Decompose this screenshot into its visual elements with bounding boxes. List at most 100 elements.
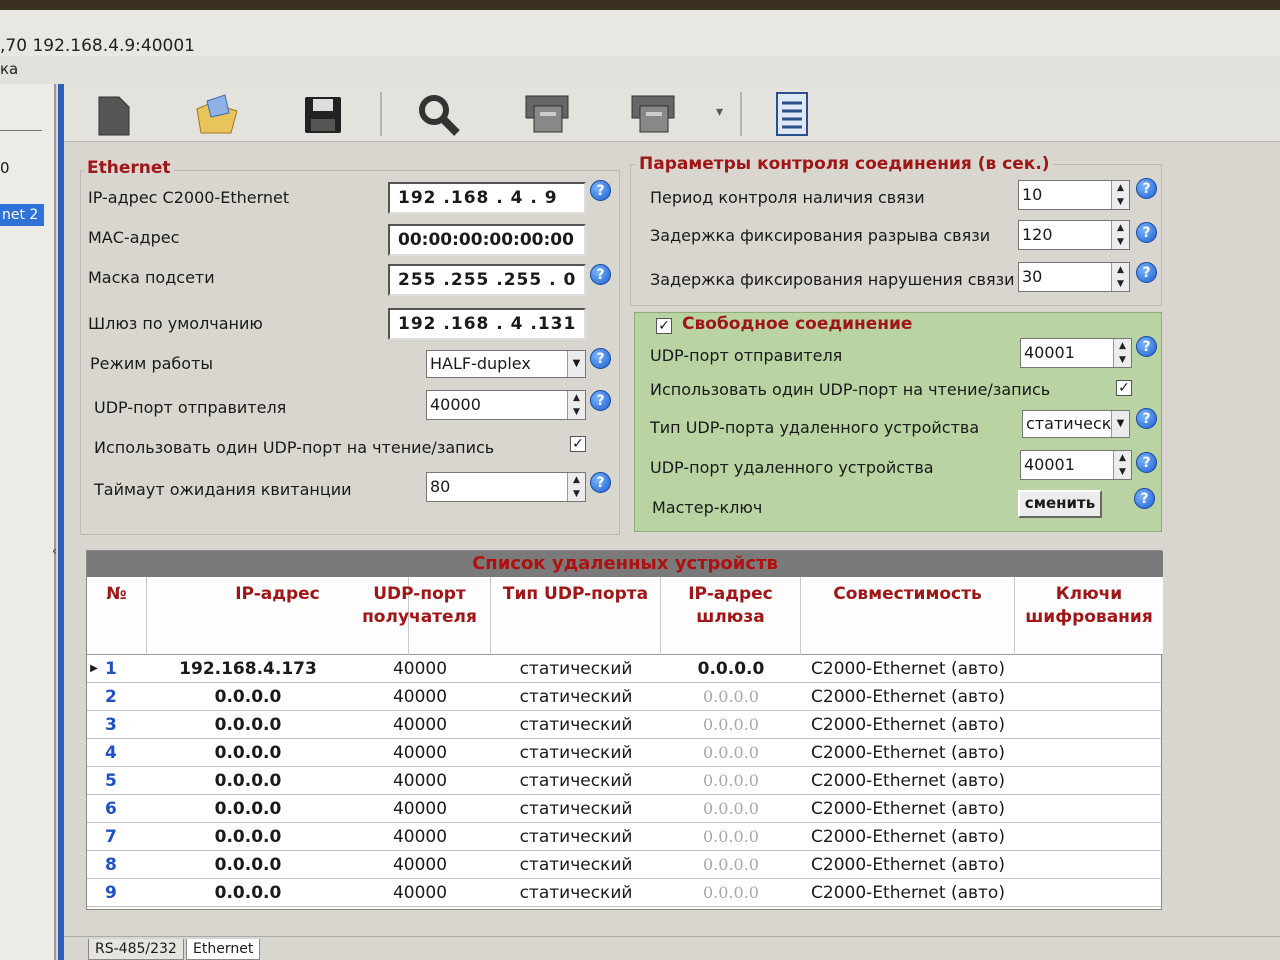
remote-type-select[interactable]: статическ ▼ <box>1022 410 1130 438</box>
cell-compat[interactable]: С2000-Ethernet (авто) <box>801 655 1015 683</box>
spin-arrows-icon[interactable]: ▲ ▼ <box>567 391 585 419</box>
cell-compat[interactable]: С2000-Ethernet (авто) <box>801 823 1015 851</box>
device-write-icon[interactable] <box>628 90 678 140</box>
mode-select[interactable]: HALF-duplex ▼ <box>426 350 586 378</box>
cell-type[interactable]: статический <box>491 683 661 711</box>
help-icon[interactable]: ? <box>590 348 611 369</box>
help-icon[interactable]: ? <box>590 180 611 201</box>
cell-ip[interactable]: 0.0.0.0 <box>147 879 349 907</box>
change-key-button[interactable]: сменить <box>1018 490 1102 518</box>
spin-arrows-icon[interactable]: ▲ ▼ <box>1113 451 1131 479</box>
cell-ip[interactable]: 0.0.0.0 <box>147 711 349 739</box>
cell-type[interactable]: статический <box>491 655 661 683</box>
cell-type[interactable]: статический <box>491 767 661 795</box>
help-icon[interactable]: ? <box>1136 178 1157 199</box>
timeout-spinner[interactable]: 80 ▲ ▼ <box>426 472 586 502</box>
cell-ip[interactable]: 0.0.0.0 <box>147 683 349 711</box>
cell-type[interactable]: статический <box>491 711 661 739</box>
table-row[interactable]: 6 0.0.0.0 40000 статический 0.0.0.0 С200… <box>87 795 1163 823</box>
tab-rs485[interactable]: RS-485/232 <box>88 939 184 960</box>
cell-port[interactable]: 40000 <box>349 795 491 823</box>
table-row[interactable]: 5 0.0.0.0 40000 статический 0.0.0.0 С200… <box>87 767 1163 795</box>
tab-ethernet[interactable]: Ethernet <box>186 939 261 960</box>
help-icon[interactable]: ? <box>1136 452 1157 473</box>
cell-gateway[interactable]: 0.0.0.0 <box>661 683 801 711</box>
cell-compat[interactable]: С2000-Ethernet (авто) <box>801 767 1015 795</box>
cell-type[interactable]: статический <box>491 823 661 851</box>
cell-gateway[interactable]: 0.0.0.0 <box>661 851 801 879</box>
cell-gateway[interactable]: 0.0.0.0 <box>661 655 801 683</box>
column-header-compat[interactable]: Совместимость <box>801 577 1015 655</box>
cell-compat[interactable]: С2000-Ethernet (авто) <box>801 879 1015 907</box>
violation-delay-spinner[interactable]: 30 ▲ ▼ <box>1018 262 1130 292</box>
chevron-down-icon[interactable]: ▼ <box>1111 411 1129 437</box>
table-row[interactable]: 2 0.0.0.0 40000 статический 0.0.0.0 С200… <box>87 683 1163 711</box>
remote-port-spinner[interactable]: 40001 ▲ ▼ <box>1020 450 1132 480</box>
cell-compat[interactable]: С2000-Ethernet (авто) <box>801 851 1015 879</box>
cell-compat[interactable]: С2000-Ethernet (авто) <box>801 739 1015 767</box>
table-row[interactable]: ▶ 1 192.168.4.173 40000 статический 0.0.… <box>87 655 1163 683</box>
cell-port[interactable]: 40000 <box>349 711 491 739</box>
spin-arrows-icon[interactable]: ▲ ▼ <box>1111 263 1129 291</box>
cell-gateway[interactable]: 0.0.0.0 <box>661 767 801 795</box>
report-icon[interactable] <box>766 90 816 140</box>
ip-address-field[interactable]: 192 .168 . 4 . 9 <box>388 182 586 214</box>
cell-type[interactable]: статический <box>491 879 661 907</box>
cell-type[interactable]: статический <box>491 739 661 767</box>
cell-port[interactable]: 40000 <box>349 851 491 879</box>
file-icon[interactable] <box>88 90 138 140</box>
help-icon[interactable]: ? <box>590 472 611 493</box>
cell-port[interactable]: 40000 <box>349 683 491 711</box>
save-icon[interactable] <box>298 90 348 140</box>
cell-compat[interactable]: С2000-Ethernet (авто) <box>801 711 1015 739</box>
table-row[interactable]: 4 0.0.0.0 40000 статический 0.0.0.0 С200… <box>87 739 1163 767</box>
column-header-udp[interactable]: UDP-порт получателя <box>349 577 491 655</box>
spin-arrows-icon[interactable]: ▲ ▼ <box>1111 181 1129 209</box>
cell-ip[interactable]: 192.168.4.173 <box>147 655 349 683</box>
column-header-keys[interactable]: Ключи шифрования <box>1015 577 1163 655</box>
panel-splitter[interactable] <box>58 84 64 960</box>
spin-arrows-icon[interactable]: ▲ ▼ <box>1113 339 1131 367</box>
search-icon[interactable] <box>414 90 464 140</box>
dropdown-arrow-icon[interactable]: ▾ <box>716 104 723 120</box>
help-icon[interactable]: ? <box>1136 222 1157 243</box>
cell-compat[interactable]: С2000-Ethernet (авто) <box>801 795 1015 823</box>
chevron-down-icon[interactable]: ▼ <box>567 351 585 377</box>
tree-item[interactable]: 0 <box>0 159 10 177</box>
help-icon[interactable]: ? <box>590 390 611 411</box>
help-icon[interactable]: ? <box>1136 408 1157 429</box>
cell-port[interactable]: 40000 <box>349 823 491 851</box>
cell-compat[interactable]: С2000-Ethernet (авто) <box>801 683 1015 711</box>
column-header-type[interactable]: Тип UDP-порта <box>491 577 661 655</box>
subnet-mask-field[interactable]: 255 .255 .255 . 0 <box>388 264 586 296</box>
period-spinner[interactable]: 10 ▲ ▼ <box>1018 180 1130 210</box>
table-row[interactable]: 3 0.0.0.0 40000 статический 0.0.0.0 С200… <box>87 711 1163 739</box>
cell-ip[interactable]: 0.0.0.0 <box>147 823 349 851</box>
free-single-port-checkbox[interactable]: ✓ <box>1116 380 1132 396</box>
cell-gateway[interactable]: 0.0.0.0 <box>661 711 801 739</box>
cell-port[interactable]: 40000 <box>349 879 491 907</box>
table-row[interactable]: 7 0.0.0.0 40000 статический 0.0.0.0 С200… <box>87 823 1163 851</box>
help-icon[interactable]: ? <box>1136 262 1157 283</box>
udp-sender-spinner[interactable]: 40000 ▲ ▼ <box>426 390 586 420</box>
cell-gateway[interactable]: 0.0.0.0 <box>661 823 801 851</box>
cell-port[interactable]: 40000 <box>349 767 491 795</box>
cell-gateway[interactable]: 0.0.0.0 <box>661 739 801 767</box>
help-icon[interactable]: ? <box>1136 336 1157 357</box>
gateway-field[interactable]: 192 .168 . 4 .131 <box>388 308 586 340</box>
cell-ip[interactable]: 0.0.0.0 <box>147 767 349 795</box>
column-header-num[interactable]: № <box>87 577 147 655</box>
column-header-gateway[interactable]: IP-адрес шлюза <box>661 577 801 655</box>
menu-item[interactable]: ка <box>0 60 18 78</box>
cell-port[interactable]: 40000 <box>349 655 491 683</box>
cell-port[interactable]: 40000 <box>349 739 491 767</box>
cell-ip[interactable]: 0.0.0.0 <box>147 739 349 767</box>
break-delay-spinner[interactable]: 120 ▲ ▼ <box>1018 220 1130 250</box>
cell-gateway[interactable]: 0.0.0.0 <box>661 879 801 907</box>
single-port-checkbox[interactable]: ✓ <box>570 436 586 452</box>
spin-arrows-icon[interactable]: ▲ ▼ <box>567 473 585 501</box>
cell-gateway[interactable]: 0.0.0.0 <box>661 795 801 823</box>
tree-item-selected[interactable]: net 2 <box>0 204 44 226</box>
cell-ip[interactable]: 0.0.0.0 <box>147 795 349 823</box>
device-read-icon[interactable] <box>522 90 572 140</box>
